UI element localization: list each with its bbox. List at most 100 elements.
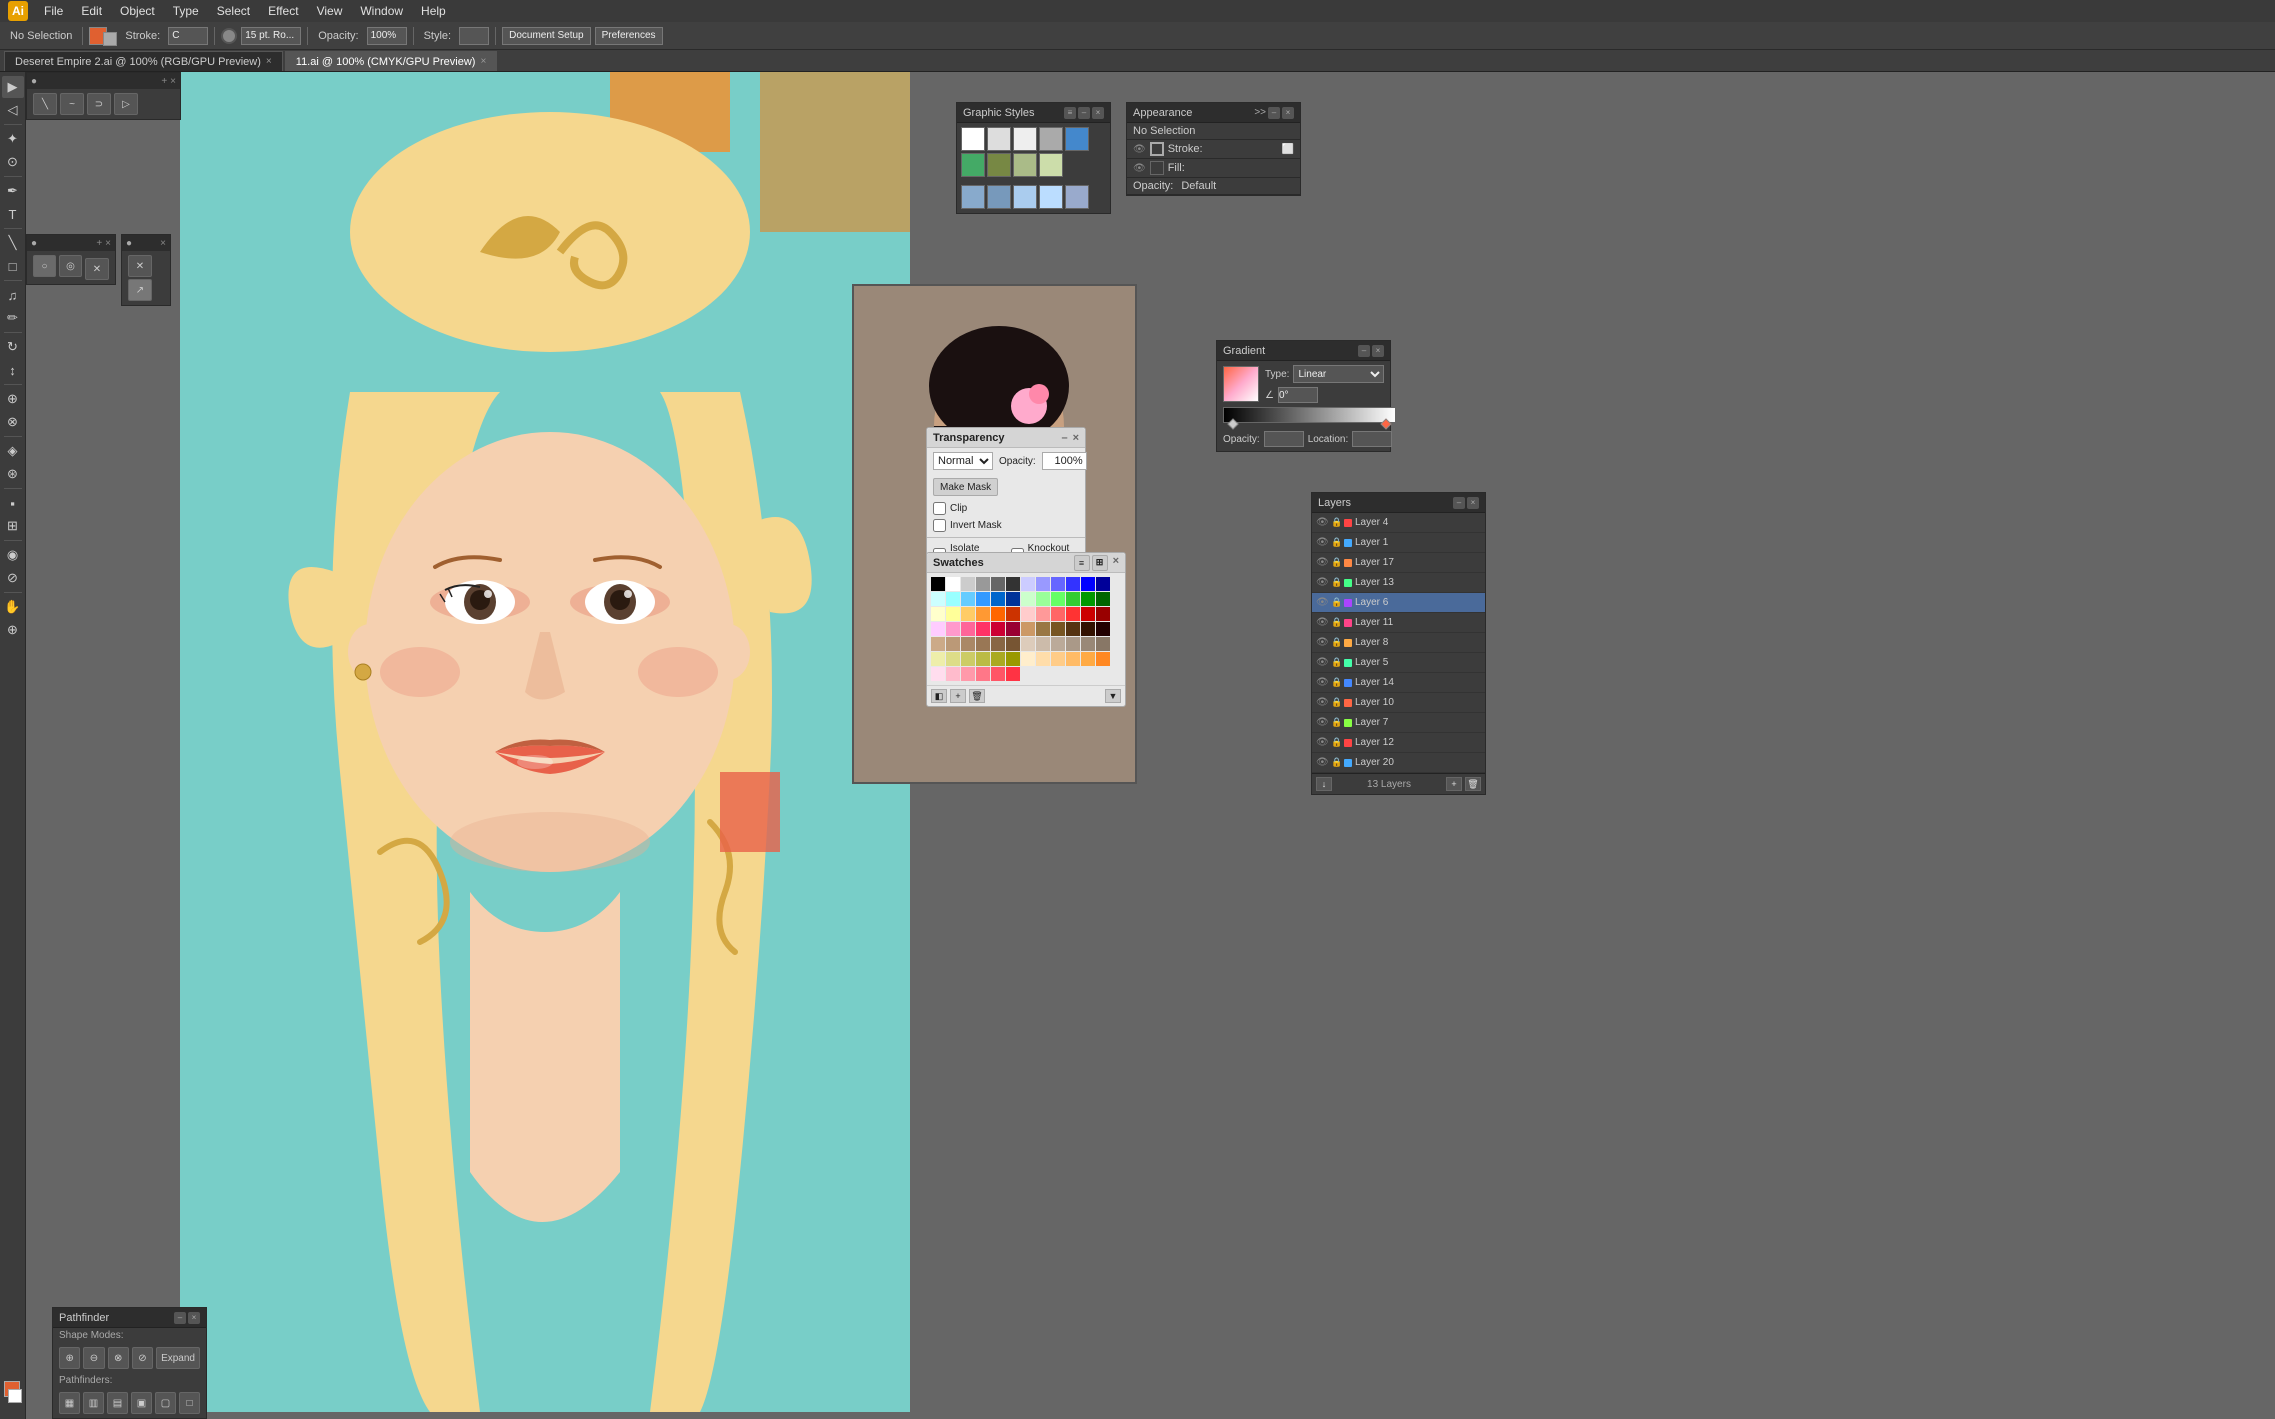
swatch-73[interactable] [946, 667, 960, 681]
appearance-stroke-row[interactable]: 👁 Stroke: ⬜ [1127, 140, 1300, 159]
layer-lock-7[interactable]: 🔒 [1331, 657, 1341, 668]
swatch-66[interactable] [1021, 652, 1035, 666]
swatch-1[interactable] [946, 577, 960, 591]
menu-object[interactable]: Object [112, 2, 163, 20]
swatches-close[interactable]: × [1113, 555, 1119, 571]
swatch-21[interactable] [1066, 592, 1080, 606]
stroke-btn-3[interactable]: ✕ [85, 258, 109, 280]
blend-tool[interactable]: ◈ [2, 440, 24, 462]
swatch-36[interactable] [931, 622, 945, 636]
swatch-24[interactable] [931, 607, 945, 621]
appearance-expand[interactable]: >> [1254, 107, 1266, 119]
swatch-48[interactable] [931, 637, 945, 651]
paintbrush-tool[interactable]: ♫ [2, 284, 24, 306]
layer-row-2[interactable]: 👁 🔒 Layer 17 [1312, 553, 1485, 573]
layer-eye-8[interactable]: 👁 [1316, 677, 1328, 688]
brush-btn-4[interactable]: ▷ [114, 93, 138, 115]
style-swatch-5[interactable] [961, 153, 985, 177]
gradient-collapse[interactable]: – [1358, 345, 1370, 357]
swatch-68[interactable] [1051, 652, 1065, 666]
layers-collapse[interactable]: – [1453, 497, 1465, 509]
layer-lock-10[interactable]: 🔒 [1331, 717, 1341, 728]
swatch-54[interactable] [1021, 637, 1035, 651]
layer-eye-4[interactable]: 👁 [1316, 597, 1328, 608]
swatch-43[interactable] [1036, 622, 1050, 636]
layer-row-11[interactable]: 👁 🔒 Layer 12 [1312, 733, 1485, 753]
preferences-btn[interactable]: Preferences [595, 27, 663, 45]
brush-btn-2[interactable]: ~ [60, 93, 84, 115]
symbol-tool[interactable]: ⊛ [2, 463, 24, 485]
swatch-59[interactable] [1096, 637, 1110, 651]
swatch-67[interactable] [1036, 652, 1050, 666]
style-swatch-2[interactable] [1013, 127, 1037, 151]
stroke-weight-input[interactable] [241, 27, 301, 45]
transparency-collapse[interactable]: – [1061, 432, 1067, 444]
style-swatch-4[interactable] [1065, 127, 1089, 151]
swatch-62[interactable] [961, 652, 975, 666]
gradient-type-select[interactable]: Linear Radial [1293, 365, 1384, 383]
swatch-65[interactable] [1006, 652, 1020, 666]
swatch-18[interactable] [1021, 592, 1035, 606]
swatch-10[interactable] [1081, 577, 1095, 591]
pf-divide[interactable]: ▦ [59, 1392, 80, 1414]
pf-minus-back[interactable]: □ [179, 1392, 200, 1414]
swatch-2[interactable] [961, 577, 975, 591]
brush-panel-expand[interactable]: + [161, 76, 167, 87]
transform-btn-2[interactable]: ↗ [128, 279, 152, 301]
style-swatch-7[interactable] [1013, 153, 1037, 177]
layers-close[interactable]: × [1467, 497, 1479, 509]
swatch-46[interactable] [1081, 622, 1095, 636]
swatch-34[interactable] [1081, 607, 1095, 621]
style-swatch-12[interactable] [1039, 185, 1063, 209]
pf-crop[interactable]: ▣ [131, 1392, 152, 1414]
style-swatch-9[interactable] [961, 185, 985, 209]
layer-lock-1[interactable]: 🔒 [1331, 537, 1341, 548]
swatch-45[interactable] [1066, 622, 1080, 636]
pf-outline[interactable]: ▢ [155, 1392, 176, 1414]
layer-lock-3[interactable]: 🔒 [1331, 577, 1341, 588]
pf-trim[interactable]: ▥ [83, 1392, 104, 1414]
swatch-72[interactable] [931, 667, 945, 681]
layer-row-7[interactable]: 👁 🔒 Layer 5 [1312, 653, 1485, 673]
layers-delete-layer[interactable]: 🗑 [1465, 777, 1481, 791]
menu-type[interactable]: Type [165, 2, 207, 20]
rotate-tool[interactable]: ↻ [2, 336, 24, 358]
menu-effect[interactable]: Effect [260, 2, 306, 20]
eyedropper-tool[interactable]: ⊘ [2, 567, 24, 589]
invert-mask-checkbox[interactable] [933, 519, 946, 532]
blend-mode-select[interactable]: Normal Multiply Screen Overlay [933, 452, 993, 470]
layer-lock-12[interactable]: 🔒 [1331, 757, 1341, 768]
lasso-tool[interactable]: ⊙ [2, 151, 24, 173]
stroke-btn-1[interactable]: ○ [33, 255, 56, 277]
swatch-37[interactable] [946, 622, 960, 636]
style-swatch-3[interactable] [1039, 127, 1063, 151]
swatch-5[interactable] [1006, 577, 1020, 591]
swatch-77[interactable] [1006, 667, 1020, 681]
swatch-32[interactable] [1051, 607, 1065, 621]
swatch-33[interactable] [1066, 607, 1080, 621]
layers-new-layer[interactable]: + [1446, 777, 1462, 791]
menu-window[interactable]: Window [352, 2, 411, 20]
swatch-44[interactable] [1051, 622, 1065, 636]
stroke-panel-expand[interactable]: + [96, 238, 102, 249]
swatch-39[interactable] [976, 622, 990, 636]
style-swatch-8[interactable] [1039, 153, 1063, 177]
style-input[interactable] [459, 27, 489, 45]
swatch-58[interactable] [1081, 637, 1095, 651]
zoom-tool[interactable]: ⊕ [2, 619, 24, 641]
layer-lock-0[interactable]: 🔒 [1331, 517, 1341, 528]
opacity-input[interactable] [367, 27, 407, 45]
make-mask-btn[interactable]: Make Mask [933, 478, 998, 496]
shape-exclude[interactable]: ⊘ [132, 1347, 153, 1369]
layer-row-0[interactable]: 👁 🔒 Layer 4 [1312, 513, 1485, 533]
gradient-bar[interactable] [1223, 407, 1396, 423]
document-setup-btn[interactable]: Document Setup [502, 27, 591, 45]
swatches-menu[interactable]: ▼ [1105, 689, 1121, 703]
fill-visibility-eye[interactable]: 👁 [1133, 163, 1146, 174]
swatch-52[interactable] [991, 637, 1005, 651]
swatch-4[interactable] [991, 577, 1005, 591]
pencil-tool[interactable]: ✏ [2, 307, 24, 329]
swatch-23[interactable] [1096, 592, 1110, 606]
layer-lock-4[interactable]: 🔒 [1331, 597, 1341, 608]
swatch-17[interactable] [1006, 592, 1020, 606]
